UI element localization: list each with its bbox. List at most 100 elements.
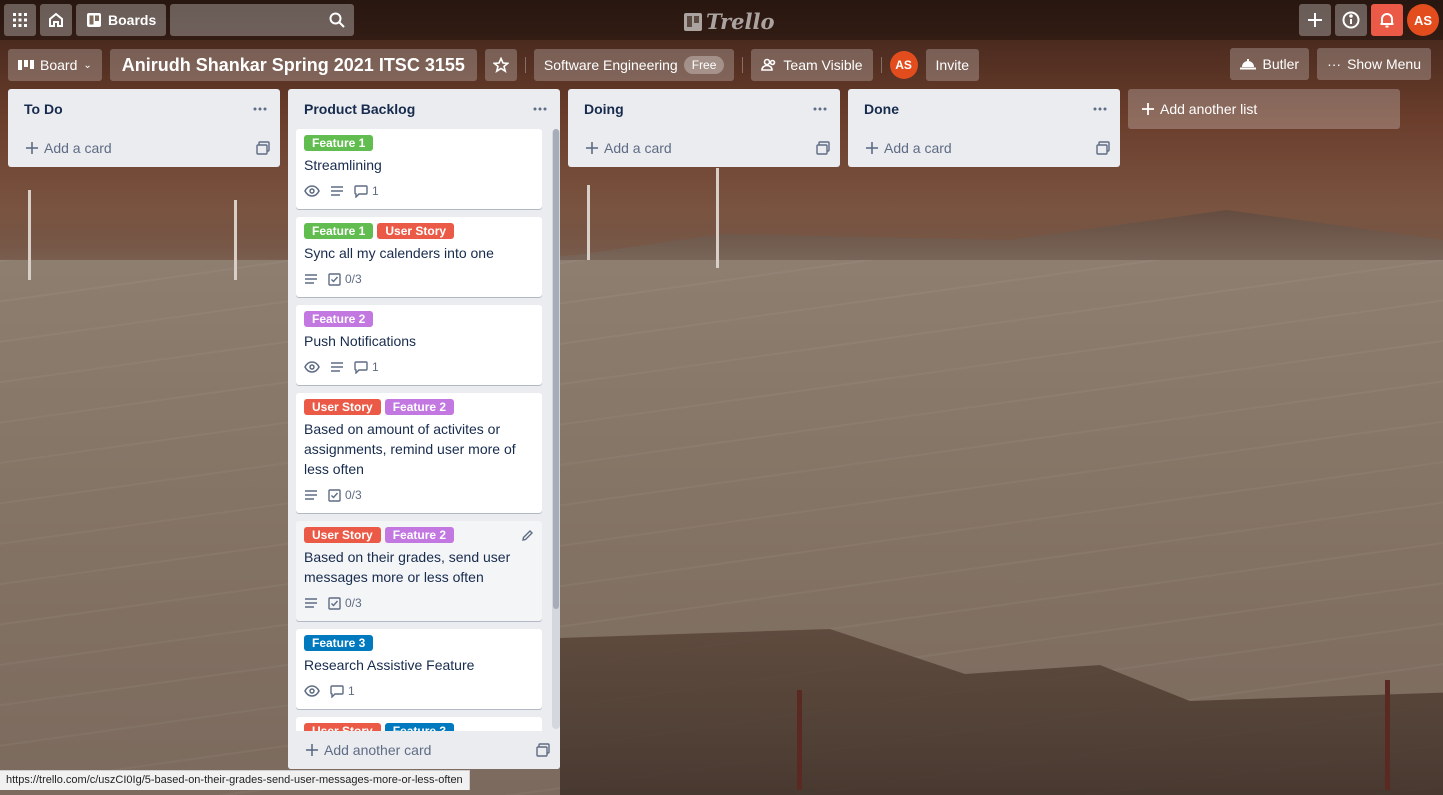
card-badges: 0/3 [304,593,534,613]
template-icon[interactable] [1096,141,1110,155]
card-badges: 1 [304,681,534,701]
scrollbar-thumb[interactable] [553,129,559,609]
template-icon[interactable] [256,141,270,155]
add-card-button[interactable]: Add a card [848,129,1120,167]
visibility-button[interactable]: Team Visible [751,49,873,81]
add-card-label: Add another card [324,742,432,758]
bell-icon [1380,13,1394,28]
checklist-badge: 0/3 [328,272,362,286]
card-label[interactable]: Feature 2 [304,311,374,327]
star-icon [492,57,509,73]
header-separator [880,57,882,73]
card-label[interactable]: User Story [304,399,381,415]
card-labels: Feature 1 User Story [304,223,534,239]
add-card-button[interactable]: Add a card [568,129,840,167]
chevron-down-icon: ⌄ [83,59,92,71]
card[interactable]: User Story Feature 2 Based on their grad… [296,521,542,621]
list-title[interactable]: To Do [24,101,63,117]
description-badge [304,597,318,609]
board-view-label: Board [40,57,78,73]
list-scrollbar[interactable] [552,129,560,729]
list-menu-icon[interactable] [248,97,272,121]
description-icon [331,362,343,372]
team-button[interactable]: Software Engineering Free [533,49,735,81]
plus-icon [26,142,38,154]
search-input[interactable] [170,4,355,36]
create-button[interactable] [1299,4,1331,36]
add-card-button[interactable]: Add a card [8,129,280,167]
card-label[interactable]: User Story [304,527,381,543]
butler-button[interactable]: Butler [1230,48,1310,80]
more-icon [533,107,547,111]
list-title[interactable]: Done [864,101,899,117]
show-menu-button[interactable]: ··· Show Menu [1317,48,1431,80]
apps-button[interactable] [4,4,36,36]
card[interactable]: Feature 1 User Story Sync all my calende… [296,217,542,297]
board-member-avatar[interactable]: AS [889,51,918,79]
trello-logo-icon [684,12,702,31]
boards-button[interactable]: Boards [76,4,167,36]
add-list-button[interactable]: Add another list [1128,89,1400,129]
list-menu-icon[interactable] [528,97,552,121]
comment-icon [354,360,368,374]
invite-label: Invite [935,57,970,73]
header-separator [742,57,744,73]
member-avatar[interactable]: AS [1407,4,1439,36]
add-card-label-group: Add another card [306,742,431,758]
card-title: Based on their grades, send user message… [304,549,511,585]
card-badges: 0/3 [304,269,534,289]
list-menu-icon[interactable] [808,97,832,121]
background-pole [587,185,590,260]
card-label[interactable]: Feature 2 [384,527,455,543]
add-card-label-group: Add a card [866,140,952,156]
add-card-label: Add a card [604,140,672,156]
list-header[interactable]: Doing [568,89,840,129]
plus-icon [586,142,598,154]
logo-text: Trello [706,9,775,34]
description-icon [331,186,343,196]
card-labels: Feature 3 [304,635,534,651]
card-label[interactable]: User Story [377,223,455,239]
header-right-group: AS [1299,4,1439,36]
checklist-icon [328,488,341,502]
add-card-button[interactable]: Add another card [288,731,560,769]
notifications-button[interactable] [1371,4,1403,36]
board-view-switcher[interactable]: Board ⌄ [8,49,102,81]
star-button[interactable] [484,49,517,81]
card[interactable]: Feature 2 Push Notifications 1 [296,305,542,385]
pencil-icon[interactable] [521,529,534,542]
list-header[interactable]: To Do [8,89,280,129]
card-label[interactable]: Feature 1 [304,223,374,239]
description-icon [305,274,317,284]
card[interactable]: Feature 3 Research Assistive Feature 1 [296,629,542,709]
template-icon[interactable] [536,743,550,757]
checklist-badge: 0/3 [328,488,362,502]
checklist-progress: 0/3 [345,596,362,610]
card-label[interactable]: Feature 3 [304,635,374,651]
card-label[interactable]: Feature 2 [384,399,455,415]
list-menu-icon[interactable] [1088,97,1112,121]
info-button[interactable] [1335,4,1367,36]
invite-button[interactable]: Invite [925,49,980,81]
checklist-icon [328,596,341,610]
list-header[interactable]: Product Backlog [288,89,560,129]
trello-logo[interactable]: Trello [684,9,775,34]
card-list[interactable]: Feature 1 Streamlining 1 Feature 1 User … [288,129,560,733]
list-header[interactable]: Done [848,89,1120,129]
description-badge [330,361,344,373]
description-icon [305,598,317,608]
team-name: Software Engineering [543,57,678,73]
board-title[interactable]: Anirudh Shankar Spring 2021 ITSC 3155 [109,49,477,81]
card-title: Research Assistive Feature [304,657,475,673]
add-card-label-group: Add a card [586,140,672,156]
card-label[interactable]: Feature 1 [304,135,374,151]
card-badges: 1 [304,181,534,201]
list-title[interactable]: Product Backlog [304,101,415,117]
card[interactable]: Feature 1 Streamlining 1 [296,129,542,209]
list-title[interactable]: Doing [584,101,624,117]
background-pole [234,200,237,280]
home-button[interactable] [40,4,72,36]
card[interactable]: User Story Feature 2 Based on amount of … [296,393,542,513]
template-icon[interactable] [816,141,830,155]
eye-icon [304,185,320,197]
